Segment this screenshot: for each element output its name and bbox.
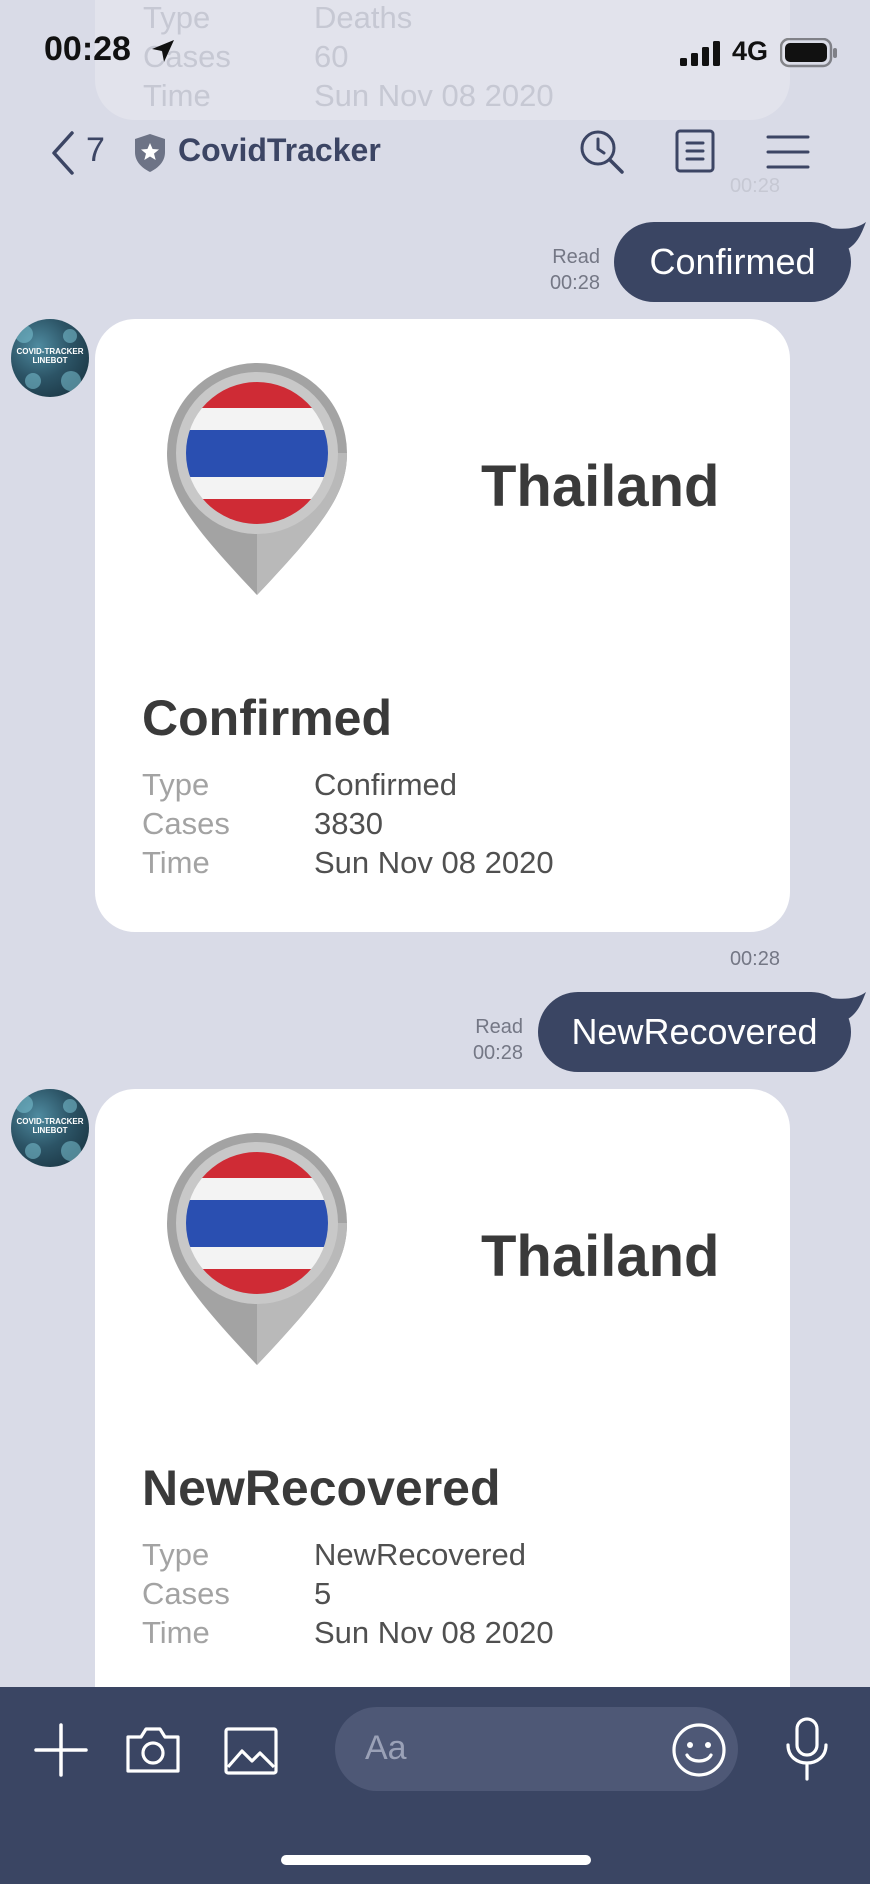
bubble-tail xyxy=(832,222,866,250)
previous-time-value: Sun Nov 08 2020 xyxy=(314,78,554,113)
avatar-caption: COVID-TRACKER LINEBOT xyxy=(16,1117,84,1135)
read-label: Read xyxy=(475,1016,523,1038)
bubble-tail xyxy=(832,992,866,1020)
battery-icon xyxy=(780,38,837,68)
menu-icon[interactable] xyxy=(766,128,810,176)
previous-cases-value: 60 xyxy=(314,39,349,74)
unread-count[interactable]: 7 xyxy=(86,131,105,170)
type-value: Confirmed xyxy=(314,767,457,802)
time-key: Time xyxy=(142,1615,210,1650)
card-heading: Confirmed xyxy=(142,690,392,746)
chat-title: CovidTracker xyxy=(178,132,381,168)
type-key: Type xyxy=(142,1537,210,1572)
type-key: Type xyxy=(142,767,210,802)
cases-key: Cases xyxy=(142,806,230,841)
read-label: Read xyxy=(552,246,600,268)
read-receipt: Read 00:28 xyxy=(550,244,600,296)
emoji-icon[interactable] xyxy=(671,1722,727,1778)
time-value: Sun Nov 08 2020 xyxy=(314,1615,554,1650)
thailand-flag-pin-icon xyxy=(167,1133,347,1365)
notes-icon[interactable] xyxy=(674,128,716,176)
country-stats-card[interactable]: Thailand Confirmed Type Confirmed Cases … xyxy=(95,319,790,932)
message-input-placeholder: Aa xyxy=(365,1729,407,1767)
camera-icon[interactable] xyxy=(124,1725,182,1775)
search-history-icon[interactable] xyxy=(578,128,626,176)
cases-value: 3830 xyxy=(314,806,383,841)
message-input[interactable]: Aa xyxy=(335,1707,738,1791)
sent-message-text: Confirmed xyxy=(649,241,816,282)
sent-message-text: NewRecovered xyxy=(571,1011,818,1052)
thailand-flag-pin-icon xyxy=(167,363,347,595)
avatar-caption: COVID-TRACKER LINEBOT xyxy=(16,347,84,365)
sent-message-bubble[interactable]: Confirmed xyxy=(614,222,851,302)
country-name: Thailand xyxy=(481,454,720,519)
read-time: 00:28 xyxy=(472,1042,523,1064)
country-name: Thailand xyxy=(481,1224,720,1289)
read-time: 00:28 xyxy=(549,272,600,294)
previous-message-time: 00:28 xyxy=(729,175,780,197)
back-chevron-icon[interactable] xyxy=(48,130,78,176)
previous-type-key: Type xyxy=(143,0,211,35)
image-icon[interactable] xyxy=(224,1727,278,1775)
plus-icon[interactable] xyxy=(34,1723,88,1777)
time-key: Time xyxy=(142,845,210,880)
previous-time-key: Time xyxy=(143,78,211,113)
network-type: 4G xyxy=(732,36,769,66)
official-shield-icon xyxy=(135,134,165,172)
location-arrow-icon xyxy=(152,40,174,62)
bot-avatar[interactable]: COVID-TRACKER LINEBOT xyxy=(11,319,89,397)
previous-type-value: Deaths xyxy=(314,0,413,35)
country-stats-card[interactable]: Thailand NewRecovered Type NewRecovered … xyxy=(95,1089,790,1729)
signal-icon xyxy=(680,41,720,66)
cases-key: Cases xyxy=(142,1576,230,1611)
card-heading: NewRecovered xyxy=(142,1460,501,1516)
message-time: 00:28 xyxy=(729,948,780,970)
bot-avatar[interactable]: COVID-TRACKER LINEBOT xyxy=(11,1089,89,1167)
home-indicator[interactable] xyxy=(281,1855,591,1865)
read-receipt: Read 00:28 xyxy=(473,1014,523,1066)
status-time: 00:28 xyxy=(44,30,131,68)
cases-value: 5 xyxy=(314,1576,332,1611)
microphone-icon[interactable] xyxy=(784,1717,830,1781)
type-value: NewRecovered xyxy=(314,1537,526,1572)
sent-message-bubble[interactable]: NewRecovered xyxy=(538,992,851,1072)
time-value: Sun Nov 08 2020 xyxy=(314,845,554,880)
